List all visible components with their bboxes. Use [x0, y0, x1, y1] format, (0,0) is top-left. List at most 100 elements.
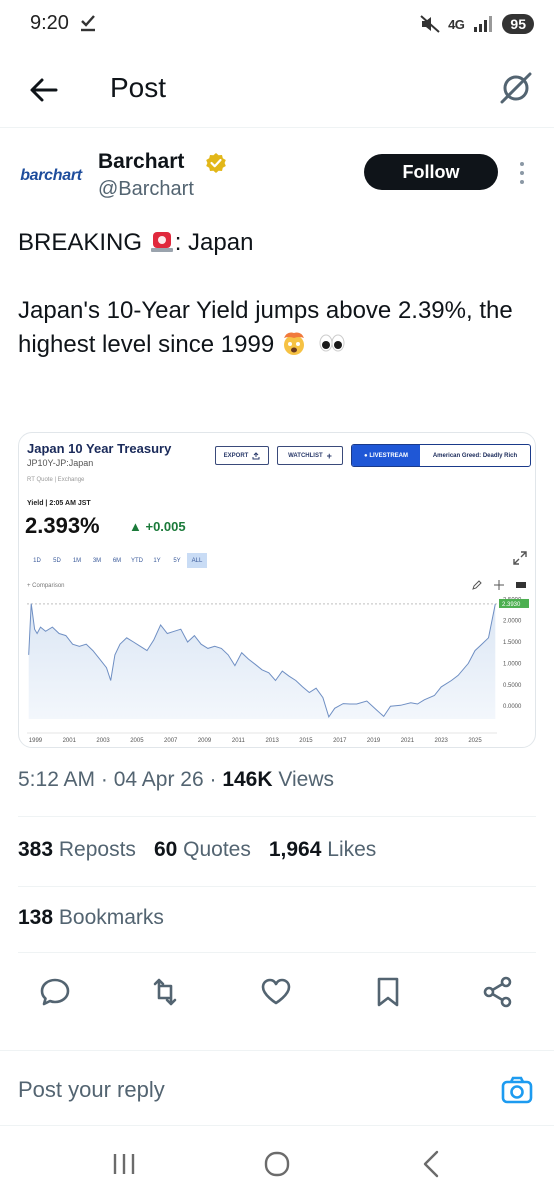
download-done-icon	[81, 15, 95, 32]
x-tick-label: 2011	[232, 738, 246, 744]
current-value-label: 2.3930	[502, 602, 521, 608]
range-selector: 1D 5D 1M 3M 6M YTD 1Y 5Y ALL	[27, 553, 207, 568]
recent-apps-icon[interactable]	[106, 1146, 142, 1182]
x-tick-label: 2001	[63, 738, 77, 744]
status-bar: 9:20 4G 95	[0, 0, 554, 52]
x-tick-label: 2013	[265, 738, 279, 744]
chart-change: ▲ +0.005	[129, 519, 186, 534]
breaking-label: BREAKING	[18, 229, 143, 256]
reposts-stat[interactable]: 383 Reposts	[18, 838, 136, 862]
post-time: 5:12 AM	[18, 768, 96, 791]
series-area	[28, 603, 496, 719]
avatar-logo-text: barchart	[20, 167, 82, 184]
action-bar	[0, 968, 554, 1016]
tweet-text: BREAKING : Japan Japan's 10-Year Yield j…	[18, 226, 538, 362]
siren-emoji-icon	[150, 232, 173, 252]
reply-bar: Post your reply	[0, 1050, 554, 1126]
x-tick-label: 2023	[435, 738, 449, 744]
livestream-banner[interactable]: ● LIVESTREAM American Greed: Deadly Rich	[351, 444, 531, 467]
tweet-line-1: BREAKING : Japan	[18, 226, 538, 260]
camera-icon[interactable]	[500, 1073, 534, 1107]
x-tick-label: 2009	[198, 738, 212, 744]
chart-value: 2.393%	[25, 513, 100, 538]
follow-button[interactable]: Follow	[364, 154, 498, 190]
views-count: 146K	[222, 768, 273, 791]
y-tick-label: 1.5000	[503, 640, 522, 646]
like-icon[interactable]	[258, 974, 294, 1010]
chart-symbol: JP10Y-JP:Japan	[27, 458, 94, 468]
x-tick-label: 2019	[367, 738, 381, 744]
top-bar: Post	[0, 52, 554, 128]
range-6m[interactable]: 6M	[107, 553, 127, 568]
divider	[18, 816, 536, 817]
breaking-topic: : Japan	[174, 229, 254, 256]
x-tick-label: 2017	[333, 738, 347, 744]
x-tick-label: 2025	[468, 738, 482, 744]
x-tick-label: 2003	[96, 738, 110, 744]
verified-badge-icon	[206, 153, 226, 173]
reply-icon[interactable]	[37, 974, 73, 1010]
quotes-stat[interactable]: 60 Quotes	[154, 838, 251, 862]
author-name[interactable]: Barchart	[98, 150, 184, 174]
x-tick-label: 2021	[401, 738, 415, 744]
share-icon[interactable]	[480, 974, 516, 1010]
home-icon[interactable]	[259, 1146, 295, 1182]
range-1y[interactable]: 1Y	[147, 553, 167, 568]
chart-title: Japan 10 Year Treasury	[27, 441, 172, 456]
author-handle[interactable]: @Barchart	[98, 178, 194, 201]
author-row: barchart Barchart @Barchart Follow	[0, 140, 554, 210]
post-meta: 5:12 AM · 04 Apr 26 · 146K Views	[18, 768, 334, 791]
mute-icon	[420, 15, 440, 33]
y-tick-label: 0.0000	[503, 704, 522, 710]
network-type: 4G	[448, 16, 465, 32]
watchlist-button[interactable]: WATCHLIST +	[277, 446, 343, 465]
x-tick-label: 2005	[130, 738, 144, 744]
divider	[18, 886, 536, 887]
chart-yield-label: Yield | 2:05 AM JST	[27, 500, 91, 507]
range-5y[interactable]: 5Y	[167, 553, 187, 568]
chart-quote-note: RT Quote | Exchange	[27, 477, 85, 483]
grok-icon[interactable]	[496, 68, 536, 108]
views-label: Views	[278, 768, 334, 791]
reply-input[interactable]: Post your reply	[18, 1077, 165, 1103]
avatar[interactable]: barchart	[18, 152, 84, 200]
likes-stat[interactable]: 1,964 Likes	[269, 838, 376, 862]
repost-icon[interactable]	[147, 974, 183, 1010]
promo-label: American Greed: Deadly Rich	[432, 452, 518, 459]
eyes-emoji-icon	[319, 334, 345, 352]
status-time: 9:20	[30, 12, 69, 34]
export-icon	[252, 451, 260, 459]
chart-media[interactable]: Japan 10 Year Treasury JP10Y-JP:Japan RT…	[18, 432, 536, 748]
bookmark-icon[interactable]	[370, 974, 406, 1010]
range-3m[interactable]: 3M	[87, 553, 107, 568]
engagement-stats: 383 Reposts 60 Quotes 1,964 Likes	[18, 838, 376, 862]
x-tick-label: 1999	[29, 738, 43, 744]
more-options-icon[interactable]	[512, 158, 532, 188]
range-ytd[interactable]: YTD	[127, 553, 147, 568]
livestream-label: ● LIVESTREAM	[352, 445, 420, 466]
back-arrow-icon[interactable]	[26, 72, 62, 108]
x-tick-label: 2015	[299, 738, 313, 744]
status-indicators: 4G 95	[420, 14, 534, 34]
back-nav-icon[interactable]	[414, 1146, 450, 1182]
y-tick-label: 2.0000	[503, 619, 522, 625]
bookmarks-stat[interactable]: 138 Bookmarks	[18, 906, 164, 930]
battery-level: 95	[502, 14, 534, 34]
y-tick-label: 0.5000	[503, 683, 522, 689]
plus-icon: +	[326, 450, 332, 461]
range-1m[interactable]: 1M	[67, 553, 87, 568]
range-1d[interactable]: 1D	[27, 553, 47, 568]
tweet-line-2: Japan's 10-Year Yield jumps above 2.39%,…	[18, 297, 513, 358]
exploding-head-emoji-icon	[283, 332, 304, 355]
post-date: 04 Apr 26	[113, 768, 204, 791]
range-all[interactable]: ALL	[187, 553, 207, 568]
system-nav-bar	[0, 1126, 554, 1200]
range-5d[interactable]: 5D	[47, 553, 67, 568]
divider	[18, 952, 536, 953]
page-title: Post	[110, 72, 167, 103]
signal-icon	[474, 16, 493, 32]
export-button[interactable]: EXPORT	[215, 446, 269, 465]
x-tick-label: 2007	[164, 738, 178, 744]
expand-icon[interactable]	[513, 551, 527, 565]
y-tick-label: 1.0000	[503, 661, 522, 667]
